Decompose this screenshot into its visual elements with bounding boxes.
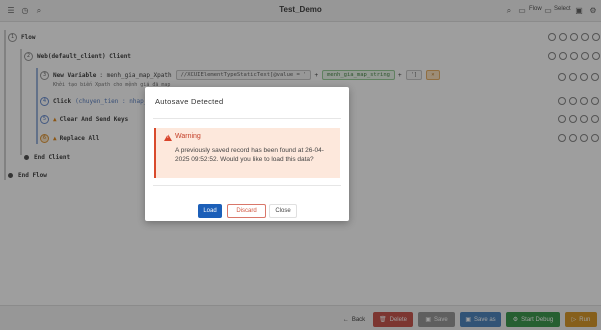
alert-message: A previously saved record has been found… bbox=[175, 147, 324, 163]
dialog-divider bbox=[153, 118, 341, 119]
autosave-dialog: Autosave Detected Warning A previously s… bbox=[145, 87, 349, 221]
discard-button[interactable]: Discard bbox=[227, 204, 266, 218]
dialog-title: Autosave Detected bbox=[155, 97, 224, 106]
dialog-divider bbox=[153, 185, 341, 186]
close-button[interactable]: Close bbox=[269, 204, 297, 218]
warning-alert: Warning A previously saved record has be… bbox=[154, 128, 340, 178]
warning-triangle-icon bbox=[164, 134, 172, 141]
load-button[interactable]: Load bbox=[198, 204, 222, 218]
alert-title: Warning bbox=[175, 133, 201, 140]
